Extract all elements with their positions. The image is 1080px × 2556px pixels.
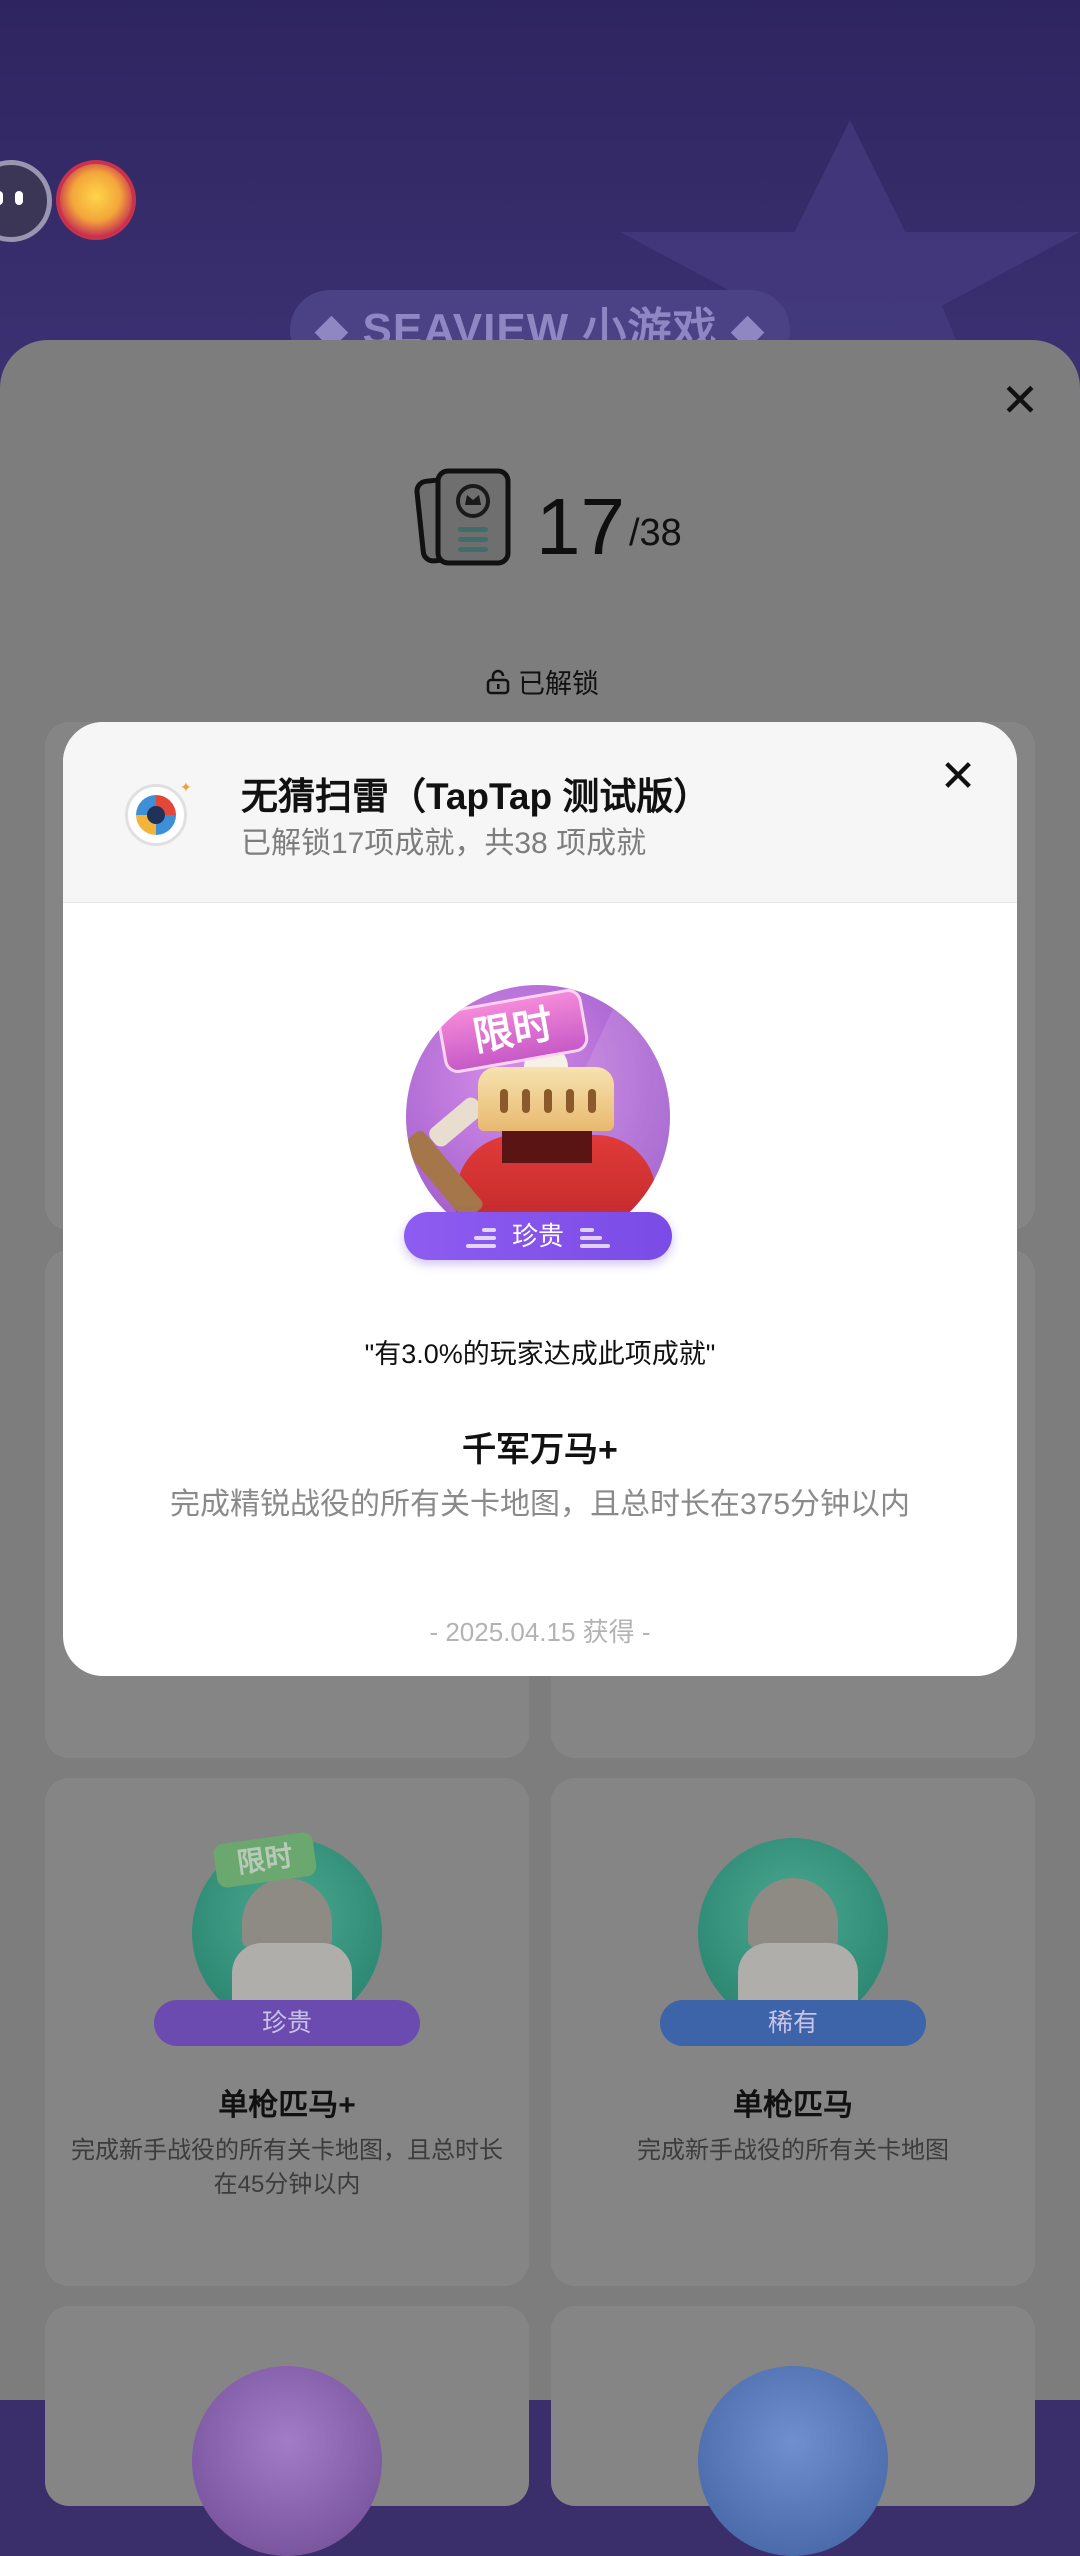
achievement-badge <box>698 2366 888 2556</box>
game-achievement-summary: 已解锁17项成就，共38 项成就 <box>241 827 647 860</box>
avatar[interactable] <box>0 160 52 242</box>
close-icon[interactable]: ✕ <box>995 375 1045 425</box>
rarity-bars-icon <box>580 1226 610 1250</box>
achievement-title: 单枪匹马+ <box>218 2089 356 2122</box>
dialog-header: ✦ 无猜扫雷（TapTap 测试版） 已解锁17项成就，共38 项成就 ✕ <box>63 722 1017 903</box>
avatar-eye <box>0 191 3 205</box>
rarity-label: 珍贵 <box>511 1221 564 1251</box>
rarity-badge: 稀有 <box>660 2000 926 2046</box>
achievement-card[interactable]: 限时 珍贵 单枪匹马+ 完成新手战役的所有关卡地图，且总时长在45分钟以内 <box>45 1778 529 2286</box>
helmet-icon <box>478 1067 614 1131</box>
achievement-description: 完成新手战役的所有关卡地图 <box>637 2137 949 2164</box>
unlocked-count: 17 <box>536 482 625 571</box>
badge-figure <box>738 1943 858 2003</box>
helmet-slot <box>522 1089 530 1113</box>
helmet-slot <box>566 1089 574 1113</box>
helmet-slot <box>588 1089 596 1113</box>
close-icon[interactable]: ✕ <box>933 752 983 802</box>
unlocked-label: 已解锁 <box>518 669 599 699</box>
achievement-title: 千军万马+ <box>462 1431 618 1469</box>
achievement-detail-dialog: ✦ 无猜扫雷（TapTap 测试版） 已解锁17项成就，共38 项成就 ✕ 限时… <box>63 722 1017 1676</box>
unlock-icon <box>486 669 510 694</box>
achievement-book-icon <box>412 465 522 575</box>
achieved-date: - 2025.04.15 获得 - <box>429 1617 651 1647</box>
avatar-eye <box>15 191 23 205</box>
total-count: /38 <box>628 512 682 554</box>
avatar[interactable] <box>56 160 136 240</box>
player-percentage: "有3.0%的玩家达成此项成就" <box>364 1339 716 1369</box>
achievement-card[interactable] <box>551 2306 1035 2556</box>
game-title: 无猜扫雷（TapTap 测试版） <box>241 776 711 817</box>
achievement-description: 完成精锐战役的所有关卡地图，且总时长在375分钟以内 <box>169 1488 911 1521</box>
achievement-title: 单枪匹马 <box>733 2089 853 2122</box>
achievement-counter: 17 /38 <box>412 465 682 575</box>
helmet-slot <box>500 1089 508 1113</box>
game-icon-core <box>147 806 165 824</box>
game-icon: ✦ <box>125 779 192 846</box>
achievement-badge <box>192 2366 382 2556</box>
sparkle-icon: ✦ <box>180 779 192 795</box>
achievement-card[interactable] <box>45 2306 529 2556</box>
achievement-card[interactable]: 稀有 单枪匹马 完成新手战役的所有关卡地图 <box>551 1778 1035 2286</box>
badge-helmet <box>242 1878 332 1948</box>
achievement-badge: 限时 <box>406 985 670 1249</box>
rarity-badge: 珍贵 <box>404 1212 672 1260</box>
unlocked-filter[interactable]: 已解锁 <box>486 662 599 701</box>
rarity-badge: 珍贵 <box>154 2000 420 2046</box>
badge-figure <box>232 1943 352 2003</box>
helmet-slot <box>544 1089 552 1113</box>
rarity-bars-icon <box>465 1226 496 1250</box>
badge-helmet <box>748 1878 838 1948</box>
achievement-description: 完成新手战役的所有关卡地图，且总时长在45分钟以内 <box>71 2137 503 2198</box>
